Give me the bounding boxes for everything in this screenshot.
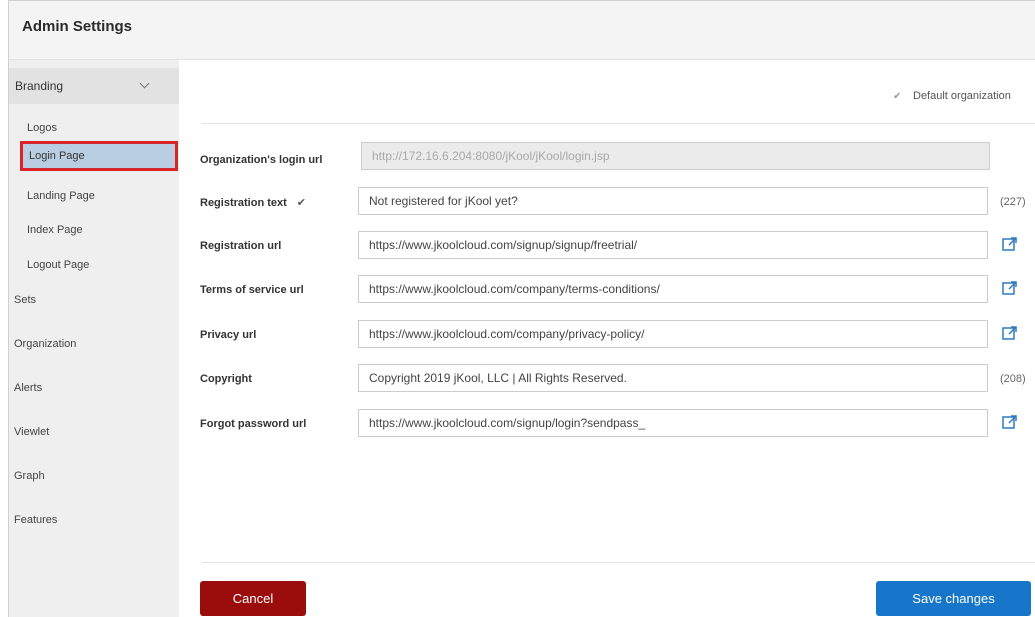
copyright-count: (208) <box>1000 373 1026 385</box>
forgot-password-url-label: Forgot password url <box>200 418 307 430</box>
registration-text-field[interactable]: Not registered for jKool yet? <box>358 187 988 215</box>
sidebar-group-label: Branding <box>15 79 64 93</box>
external-link-icon[interactable] <box>1002 414 1018 430</box>
sidebar: Branding Logos Login Page Landing Page I… <box>9 60 179 617</box>
divider <box>202 123 1035 124</box>
registration-text-label: Registration text ✔ <box>200 196 306 209</box>
external-link-icon[interactable] <box>1002 325 1018 341</box>
sidebar-item-logout-page[interactable]: Logout Page <box>27 259 89 271</box>
divider <box>202 562 1035 563</box>
sidebar-item-features[interactable]: Features <box>14 514 57 526</box>
sidebar-item-organization[interactable]: Organization <box>14 338 76 350</box>
checkbox-icon[interactable]: ✔ <box>893 91 903 102</box>
sidebar-item-alerts[interactable]: Alerts <box>14 382 42 394</box>
privacy-url-field[interactable]: https://www.jkoolcloud.com/company/priva… <box>358 320 988 348</box>
sidebar-item-index-page[interactable]: Index Page <box>27 224 83 236</box>
save-changes-button[interactable]: Save changes <box>876 581 1031 616</box>
sidebar-item-viewlet[interactable]: Viewlet <box>14 426 49 438</box>
external-link-icon[interactable] <box>1002 280 1018 296</box>
privacy-url-label: Privacy url <box>200 329 257 341</box>
terms-url-label: Terms of service url <box>200 284 304 296</box>
copyright-field[interactable]: Copyright 2019 jKool, LLC | All Rights R… <box>358 364 988 392</box>
forgot-password-url-field[interactable]: https://www.jkoolcloud.com/signup/login?… <box>358 409 988 437</box>
sidebar-item-landing-page[interactable]: Landing Page <box>27 190 95 202</box>
sidebar-group-branding[interactable]: Branding <box>9 68 179 104</box>
sidebar-item-label: Login Page <box>29 150 85 162</box>
sidebar-item-graph[interactable]: Graph <box>14 470 45 482</box>
default-organization-toggle[interactable]: ✔ Default organization <box>893 90 1011 102</box>
copyright-label: Copyright <box>200 373 252 385</box>
page-header: Admin Settings <box>9 1 1035 60</box>
registration-url-label: Registration url <box>200 240 282 252</box>
checkbox-icon[interactable]: ✔ <box>297 197 306 209</box>
chevron-down-icon <box>139 78 150 89</box>
sidebar-item-logos[interactable]: Logos <box>27 122 57 134</box>
sidebar-item-login-page[interactable]: Login Page <box>20 141 178 171</box>
login-url-field: http://172.16.6.204:8080/jKool/jKool/log… <box>361 142 990 170</box>
registration-text-count: (227) <box>1000 196 1026 208</box>
sidebar-item-sets[interactable]: Sets <box>14 294 36 306</box>
terms-url-field[interactable]: https://www.jkoolcloud.com/company/terms… <box>358 275 988 303</box>
page-title: Admin Settings <box>22 18 133 35</box>
cancel-button[interactable]: Cancel <box>200 581 306 616</box>
default-organization-label: Default organization <box>913 90 1011 102</box>
registration-url-field[interactable]: https://www.jkoolcloud.com/signup/signup… <box>358 231 988 259</box>
external-link-icon[interactable] <box>1002 236 1018 252</box>
main-panel: ✔ Default organization Organization's log… <box>180 60 1035 617</box>
registration-text-label-text: Registration text <box>200 197 287 209</box>
login-url-label: Organization's login url <box>200 154 323 166</box>
